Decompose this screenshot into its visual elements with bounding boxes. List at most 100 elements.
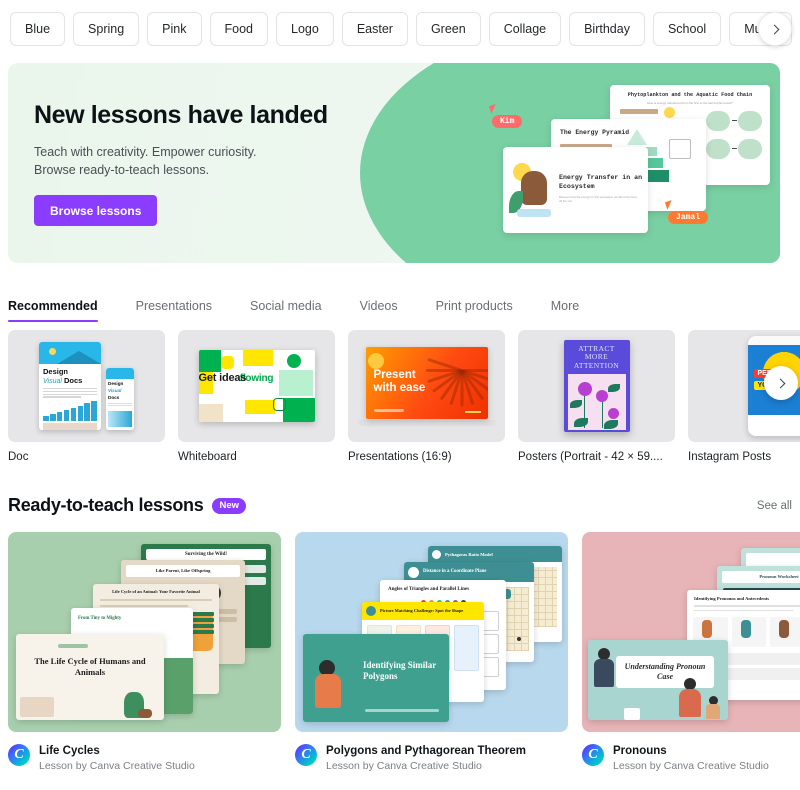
wb-block-green-1 [198,350,221,372]
template-label-posters: Posters (Portrait - 42 × 59.... [518,451,663,463]
life-cycles-slide-2-title: From Tiny to Mighty [78,616,122,621]
polygons-slide-2-title: Picture Matching Challenge: Spot the Sha… [380,608,464,614]
flower-1 [577,382,592,397]
chip-spring[interactable]: Spring [73,12,140,46]
presentation-text: Present with ease [374,369,426,395]
presentation-illustration: Present with ease [365,346,488,419]
chip-easter[interactable]: Easter [341,12,408,46]
doc-body-lines [43,388,97,398]
fan-burst-icon [425,347,488,406]
doc-phone-illustration: Design Visual Docs [106,368,134,430]
ready-to-teach-header: Ready-to-teach lessons New See all [8,495,792,516]
hero-subtitle-line-2: Browse ready-to-teach lessons. [34,163,210,177]
template-card-posters[interactable]: ATTRACT MORE ATTENTION Posters (Portrait… [518,330,675,470]
canva-logo-icon: C [8,744,30,766]
category-chips-row[interactable]: Blue Spring Pink Food Logo Easter Green … [0,0,800,58]
cursor-pointer-kim [488,104,499,114]
phone-header-band [106,368,134,379]
category-tabs[interactable]: Recommended Presentations Social media V… [8,288,617,322]
hero-card-3-link-1 [732,120,737,121]
lesson-title-polygons: Polygons and Pythagorean Theorem [326,745,527,757]
tab-print-products[interactable]: Print products [436,299,531,322]
chip-collage[interactable]: Collage [488,12,562,46]
presentation-sun [367,352,384,369]
template-card-instagram[interactable]: PER YOUR Instagram Posts [688,330,800,470]
arrow-icon [464,411,481,413]
template-card-presentations[interactable]: Present with ease Presentations (16:9) [348,330,505,470]
ig-top-bar [747,336,800,345]
hero-card-3-node-2 [738,111,762,131]
mountain-icon [57,351,101,364]
collaborator-tag-kim: Kim [492,115,523,128]
hero-card-3-node-3 [706,139,730,159]
lesson-card-life-cycles[interactable]: Surviving the Wild! Like Parent, Like Of… [8,532,281,737]
poster-artwork [567,374,626,431]
lesson-thumb-polygons[interactable]: Pythagoras Ratio Model Distance in a Coo… [295,532,568,732]
template-thumb-posters[interactable]: ATTRACT MORE ATTENTION [518,330,675,442]
chip-birthday[interactable]: Birthday [569,12,645,46]
lesson-title-pronouns: Pronouns [613,745,667,757]
doc-title-3: Docs [63,376,83,385]
chip-green[interactable]: Green [415,12,481,46]
canva-logo-icon: C [582,744,604,766]
bear-illustration [521,171,547,205]
pyramid-top [627,129,647,145]
lesson-author-pronouns: Lesson by Canva Creative Studio [613,760,769,772]
tab-social-media[interactable]: Social media [250,299,340,322]
wb-block-yellow-2 [242,350,273,366]
tab-recommended[interactable]: Recommended [8,299,116,322]
chip-food[interactable]: Food [209,12,268,46]
templates-next-button[interactable] [764,366,798,400]
lesson-meta-life-cycles[interactable]: C Life Cycles Lesson by Canva Creative S… [8,744,281,773]
doc-title-1: Design [43,367,69,376]
canva-logo-icon: C [295,744,317,766]
chip-pink[interactable]: Pink [147,12,202,46]
template-label-doc: Doc [8,451,29,463]
tab-more[interactable]: More [551,299,597,322]
chip-school[interactable]: School [652,12,722,46]
browse-lessons-button[interactable]: Browse lessons [34,195,158,226]
lesson-card-pronouns[interactable]: Write Your Own Story Pronoun Worksheet [582,532,800,737]
polygons-slide-3-title: Angles of Triangles and Parallel Lines [388,587,470,592]
leaf-3 [573,418,588,428]
template-thumb-presentations[interactable]: Present with ease [348,330,505,442]
wb-block-green-2 [282,398,315,422]
polygons-slide-4-title: Distance in a Coordinate Plane [423,569,487,574]
phone-title-1: Design [108,381,124,386]
whiteboard-illustration: Get ideas flowing [198,350,315,422]
template-card-doc[interactable]: Design Visual Docs Design Visual Docs Do… [8,330,165,470]
water-illustration [517,209,551,217]
life-cycles-slide-3-title: Life Cycle of an Animal: Your Favorite A… [112,589,200,594]
lesson-meta-polygons[interactable]: C Polygons and Pythagorean Theorem Lesso… [295,744,568,773]
pronouns-slide-1: Understanding Pronoun Case [588,640,728,720]
tab-presentations[interactable]: Presentations [136,299,230,322]
see-all-link[interactable]: See all [757,500,792,512]
template-label-whiteboard: Whiteboard [178,451,237,463]
lesson-meta-pronouns[interactable]: C Pronouns Lesson by Canva Creative Stud… [582,744,800,773]
canva-home-page: Blue Spring Pink Food Logo Easter Green … [0,0,800,790]
chip-blue[interactable]: Blue [10,12,66,46]
template-card-whiteboard[interactable]: Get ideas flowing Whiteboard [178,330,335,470]
phone-title-2: Visual [108,388,122,393]
collaborator-tag-jamal: Jamal [668,211,709,224]
doc-bar-chart [43,400,97,421]
chip-logo[interactable]: Logo [276,12,334,46]
tab-videos[interactable]: Videos [360,299,416,322]
hero-subtitle-line-1: Teach with creativity. Empower curiosity… [34,145,257,159]
pres-text-line-1: Present [373,368,416,381]
pronouns-slide-2-title: Identifying Pronouns and Antecedents [694,596,770,601]
lesson-card-polygons[interactable]: Pythagoras Ratio Model Distance in a Coo… [295,532,568,737]
template-thumb-doc[interactable]: Design Visual Docs Design Visual Docs [8,330,165,442]
pronouns-slide-3-title: Pronoun Worksheet [759,574,799,579]
new-badge: New [212,497,247,514]
hero-card-3-node-1 [706,111,730,131]
hero-illustration: Phytoplankton and the Aquatic Food Chain… [456,63,776,263]
hero-subtitle: Teach with creativity. Empower curiosity… [34,143,434,179]
lesson-thumb-life-cycles[interactable]: Surviving the Wild! Like Parent, Like Of… [8,532,281,732]
wb-text-line-1: Get ideas [198,372,247,384]
lesson-cards-row: Surviving the Wild! Like Parent, Like Of… [8,532,800,737]
chips-next-button[interactable] [758,12,792,46]
life-cycles-slide-1: The Life Cycle of Humans and Animals [16,634,164,720]
lesson-thumb-pronouns[interactable]: Write Your Own Story Pronoun Worksheet [582,532,800,732]
template-thumb-whiteboard[interactable]: Get ideas flowing [178,330,335,442]
